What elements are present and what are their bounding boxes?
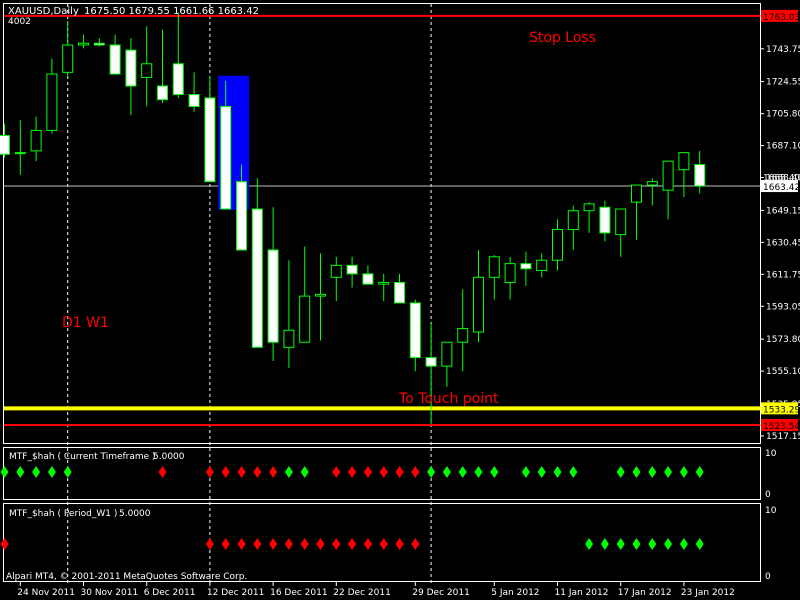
candle-body bbox=[662, 160, 674, 191]
candle-body bbox=[567, 210, 579, 230]
touch-price-label: 1533.29 bbox=[763, 405, 800, 415]
stop-loss-price-label: 1763.03 bbox=[763, 13, 800, 23]
copyright-label: Alpari MT4, © 2001-2011 MetaQuotes Softw… bbox=[6, 572, 247, 582]
candle-body bbox=[330, 264, 342, 278]
candle-body bbox=[615, 208, 627, 236]
indicator-1-min: 0 bbox=[765, 490, 771, 500]
candle-body bbox=[378, 281, 390, 285]
x-tick-label: 11 Jan 2012 bbox=[555, 588, 609, 598]
candle-body bbox=[583, 203, 595, 212]
d1w1-annotation: D1 W1 bbox=[62, 315, 109, 331]
candle-body bbox=[536, 259, 548, 271]
y-tick-label: 1573.80 bbox=[766, 335, 800, 345]
candle-body bbox=[30, 129, 42, 152]
x-tick-label: 16 Dec 2011 bbox=[270, 588, 328, 598]
candle-body bbox=[694, 164, 706, 187]
candle-body bbox=[552, 228, 563, 261]
y-tick-label: 1649.15 bbox=[766, 206, 800, 216]
candle-body bbox=[441, 341, 453, 367]
candle-body bbox=[520, 263, 532, 270]
ohlc-values: 1675.50 1679.55 1661.66 1663.42 bbox=[84, 6, 259, 17]
x-tick-label: 5 Jan 2012 bbox=[491, 588, 539, 598]
candle-body bbox=[188, 94, 200, 107]
y-tick-label: 1611.75 bbox=[766, 270, 800, 280]
y-tick-label: 1687.10 bbox=[766, 142, 800, 152]
candle-body bbox=[14, 152, 26, 155]
candle-body bbox=[488, 256, 500, 278]
candle-body bbox=[409, 302, 421, 359]
candle-body bbox=[125, 49, 137, 87]
candle-body bbox=[172, 63, 184, 96]
x-tick-label: 29 Dec 2011 bbox=[412, 588, 470, 598]
indicator-1-value: 5.0000 bbox=[153, 452, 185, 462]
candle-body bbox=[93, 42, 105, 46]
indicator-2-min: 0 bbox=[765, 572, 771, 582]
y-tick-label: 1630.45 bbox=[766, 238, 800, 248]
candle-body bbox=[46, 73, 58, 131]
candle-body bbox=[394, 281, 405, 304]
x-tick-label: 22 Dec 2011 bbox=[333, 588, 391, 598]
candle-body bbox=[283, 329, 295, 348]
indicator-2-max: 10 bbox=[765, 506, 777, 516]
candle-body bbox=[220, 105, 232, 210]
header-sub: 4002 bbox=[8, 17, 31, 27]
indicator-1-title: MTF_$hah ( Current Timeframe ) bbox=[9, 452, 156, 462]
indicator-2-value: 5.0000 bbox=[119, 509, 151, 519]
candle-body bbox=[0, 135, 10, 155]
indicator-2-title: MTF_$hah ( Period_W1 ) bbox=[9, 509, 117, 519]
candle-body bbox=[62, 44, 74, 73]
candle-body bbox=[157, 85, 168, 101]
candle-body bbox=[473, 276, 484, 333]
candle-body bbox=[267, 249, 279, 343]
lower-price-label: 1523.54 bbox=[763, 422, 800, 432]
x-tick-label: 24 Nov 2011 bbox=[17, 588, 75, 598]
y-tick-label: 1705.80 bbox=[766, 110, 800, 120]
bid-price-label: 1663.42 bbox=[763, 183, 800, 193]
candle-body bbox=[362, 273, 374, 285]
candle-body bbox=[346, 264, 358, 275]
candle-body bbox=[236, 181, 247, 251]
candle-body bbox=[299, 295, 311, 343]
candle-body bbox=[599, 206, 611, 234]
x-tick-label: 23 Jan 2012 bbox=[681, 588, 735, 598]
trading-chart[interactable]: 1743.751724.551705.801687.101668.401649.… bbox=[0, 0, 800, 600]
x-tick-label: 17 Jan 2012 bbox=[618, 588, 672, 598]
candle-body bbox=[251, 208, 263, 348]
candle-body bbox=[646, 181, 658, 186]
stop-loss-annotation: Stop Loss bbox=[529, 30, 596, 46]
y-tick-label: 1593.05 bbox=[766, 302, 800, 312]
x-tick-label: 12 Dec 2011 bbox=[207, 588, 265, 598]
y-tick-label: 1724.55 bbox=[766, 78, 800, 88]
candle-body bbox=[457, 328, 469, 343]
candle-body bbox=[678, 152, 690, 171]
touch-point-annotation: To Touch point bbox=[398, 391, 499, 407]
candle-body bbox=[425, 357, 437, 367]
y-tick-label: 1743.75 bbox=[766, 45, 800, 55]
y-tick-label: 1555.10 bbox=[766, 367, 800, 377]
candle-body bbox=[631, 184, 642, 203]
x-tick-label: 6 Dec 2011 bbox=[144, 588, 196, 598]
candle-body bbox=[109, 44, 121, 75]
y-tick-label: 1517.15 bbox=[766, 432, 800, 442]
candle-body bbox=[204, 97, 216, 183]
x-tick-label: 30 Nov 2011 bbox=[81, 588, 139, 598]
candle-body bbox=[315, 293, 326, 297]
candle-body bbox=[78, 42, 89, 46]
symbol-label: XAUUSD,Daily bbox=[8, 6, 79, 17]
indicator-1-max: 10 bbox=[765, 449, 777, 459]
candle-body bbox=[504, 263, 516, 283]
candle-body bbox=[141, 63, 153, 78]
